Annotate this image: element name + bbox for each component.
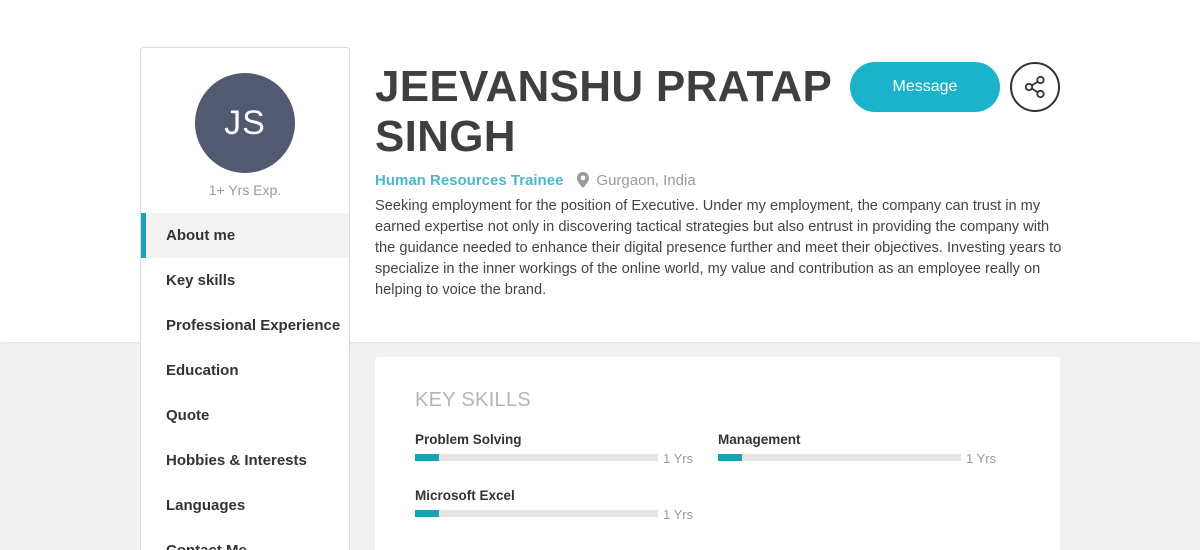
skill-item: Microsoft Excel 1 Yrs [415, 488, 695, 528]
profile-summary: Seeking employment for the position of E… [375, 198, 1062, 298]
skill-years: 1 Yrs [663, 507, 694, 522]
sidebar-nav: About me Key skills Professional Experie… [141, 213, 349, 550]
skill-years: 1 Yrs [663, 451, 694, 466]
skill-name: Management [718, 432, 801, 447]
profile-sidebar: JS 1+ Yrs Exp. About me Key skills Profe… [140, 47, 350, 550]
sidebar-item-education[interactable]: Education [141, 348, 349, 393]
skill-name: Problem Solving [415, 432, 522, 447]
message-button[interactable]: Message [850, 62, 1000, 112]
skill-item: Management 1 Yrs [718, 432, 998, 472]
skill-bar-fill [415, 510, 440, 517]
skill-item: Problem Solving 1 Yrs [415, 432, 695, 472]
location-text: Gurgaon, India [596, 171, 696, 189]
sidebar-item-professional-experience[interactable]: Professional Experience [141, 303, 349, 348]
skill-bar [415, 510, 658, 517]
skill-name: Microsoft Excel [415, 488, 515, 503]
experience-label: 1+ Yrs Exp. [208, 182, 282, 198]
sidebar-item-languages[interactable]: Languages [141, 483, 349, 528]
share-button[interactable] [1010, 62, 1060, 112]
sidebar-item-key-skills[interactable]: Key skills [141, 258, 349, 303]
section-title: KEY SKILLS [415, 389, 532, 411]
avatar: JS [195, 73, 295, 173]
key-skills-card: KEY SKILLS Problem Solving 1 Yrs Managem… [375, 357, 1060, 550]
sidebar-item-contact-me[interactable]: Contact Me [141, 528, 349, 550]
skill-bar-fill [415, 454, 440, 461]
skill-years: 1 Yrs [966, 451, 997, 466]
page-title: JEEVANSHU PRATAP SINGH [375, 62, 832, 161]
skill-bar [415, 454, 658, 461]
profile-meta: Human Resources Trainee Gurgaon, India [375, 170, 696, 190]
sidebar-item-quote[interactable]: Quote [141, 393, 349, 438]
sidebar-item-about-me[interactable]: About me [141, 213, 349, 258]
sidebar-item-hobbies-interests[interactable]: Hobbies & Interests [141, 438, 349, 483]
location-pin-icon [577, 172, 590, 188]
share-icon [1024, 75, 1045, 99]
skill-bar-fill [718, 454, 743, 461]
skill-bar [718, 454, 961, 461]
job-title: Human Resources Trainee [375, 171, 564, 189]
